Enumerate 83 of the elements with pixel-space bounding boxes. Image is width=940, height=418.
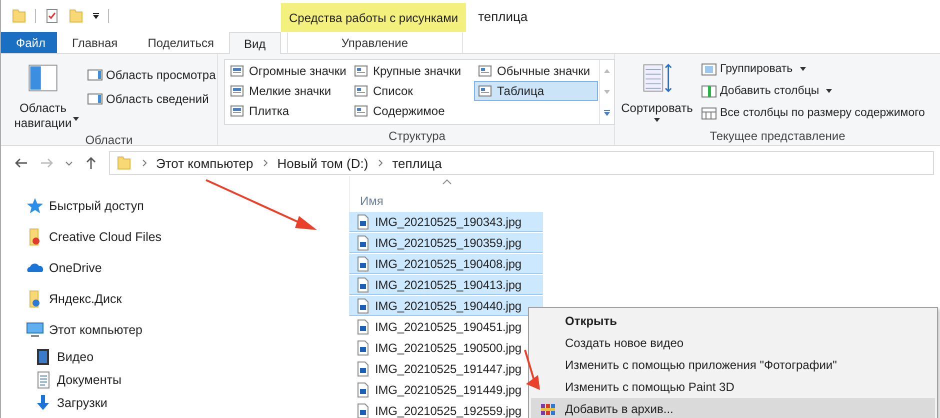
view-layout-icon bbox=[354, 64, 368, 78]
view-layout-icon bbox=[478, 84, 492, 98]
file-row[interactable]: IMG_20210525_190343.jpg bbox=[349, 212, 543, 232]
customize-caret-icon[interactable] bbox=[92, 12, 100, 20]
chevron-icon[interactable] bbox=[261, 159, 270, 167]
column-header[interactable]: Имя bbox=[350, 194, 384, 208]
image-file-icon bbox=[355, 361, 371, 377]
view-button[interactable]: Добавить столбцы bbox=[699, 81, 927, 101]
pane-button[interactable]: Область просмотра bbox=[85, 65, 218, 85]
layout-option[interactable]: Обычные значки bbox=[474, 61, 598, 81]
layout-option[interactable]: Крупные значки bbox=[350, 61, 474, 81]
group-label: Области bbox=[84, 133, 134, 147]
breadcrumb[interactable]: Новый том (D:) bbox=[277, 156, 368, 170]
columns-icon bbox=[701, 61, 717, 77]
download-icon bbox=[34, 394, 52, 412]
window-title: теплица bbox=[477, 8, 528, 26]
nav-item[interactable]: Видео bbox=[1, 345, 337, 368]
nav-item[interactable]: OneDrive bbox=[1, 252, 337, 283]
annotation-arrow bbox=[524, 350, 540, 390]
layout-option[interactable]: Список bbox=[350, 81, 474, 101]
layout-option[interactable]: Мелкие значки bbox=[226, 81, 350, 101]
layout-option[interactable]: Содержимое bbox=[350, 101, 474, 121]
pane-layout-icon bbox=[87, 67, 103, 83]
address-bar[interactable]: Этот компьютер Новый том (D:) теплица bbox=[109, 151, 934, 175]
view-button[interactable]: Группировать bbox=[699, 59, 927, 79]
caret-icon bbox=[826, 89, 832, 93]
nav-item[interactable]: Creative Cloud Files bbox=[1, 221, 337, 252]
picture-tools-label: Средства работы с рисунками bbox=[281, 3, 466, 32]
view-layout-icon bbox=[354, 84, 368, 98]
layout-option[interactable]: Огромные значки bbox=[226, 61, 350, 81]
archive-books-icon bbox=[540, 401, 556, 417]
breadcrumb[interactable]: Этот компьютер bbox=[156, 156, 254, 170]
view-layout-icon bbox=[230, 84, 244, 98]
view-layout-icon bbox=[230, 104, 244, 118]
properties-icon[interactable] bbox=[44, 8, 60, 24]
chevron-icon[interactable] bbox=[376, 159, 384, 167]
view-layout-icon bbox=[354, 104, 368, 118]
sort-ascending-icon bbox=[442, 179, 452, 185]
group-label: Структура bbox=[388, 129, 446, 143]
computer-icon bbox=[26, 320, 44, 338]
view-layout-icon bbox=[230, 64, 244, 78]
manage-tab[interactable]: Управление bbox=[286, 32, 463, 53]
file-row[interactable]: IMG_20210525_190408.jpg bbox=[349, 254, 543, 274]
sort-button[interactable]: Сортировать bbox=[619, 59, 695, 129]
image-file-icon bbox=[355, 382, 371, 398]
image-file-icon bbox=[355, 319, 371, 335]
view-layout-icon bbox=[478, 64, 492, 78]
nav-item[interactable]: Документы bbox=[1, 368, 337, 391]
caret-icon bbox=[800, 67, 806, 71]
file-row[interactable]: IMG_20210525_190413.jpg bbox=[349, 275, 543, 295]
image-file-icon bbox=[355, 277, 371, 293]
film-icon bbox=[34, 348, 52, 366]
layout-option[interactable]: Плитка bbox=[226, 101, 350, 121]
image-file-icon bbox=[355, 235, 371, 251]
pane-button[interactable]: Область сведений bbox=[85, 89, 218, 109]
caret-icon bbox=[654, 118, 660, 122]
group-label: Текущее представление bbox=[708, 129, 846, 143]
recent-caret-icon[interactable] bbox=[65, 159, 73, 167]
image-file-icon bbox=[355, 340, 371, 356]
file-tab[interactable]: Файл bbox=[1, 32, 57, 53]
nav-item[interactable]: Быстрый доступ bbox=[1, 190, 337, 221]
nav-item[interactable]: Этот компьютер bbox=[1, 314, 337, 345]
image-file-icon bbox=[355, 298, 371, 314]
nav-item[interactable]: Яндекс.Диск bbox=[1, 283, 337, 314]
nav-item[interactable]: Загрузки bbox=[1, 391, 337, 414]
pane-layout-icon bbox=[87, 91, 103, 107]
image-file-icon bbox=[355, 214, 371, 230]
file-row[interactable]: IMG_20210525_190440.jpg bbox=[349, 296, 543, 316]
chevron-icon[interactable] bbox=[140, 159, 148, 167]
image-file-icon bbox=[355, 256, 371, 272]
folder-icon bbox=[116, 155, 132, 171]
star-icon bbox=[26, 196, 44, 214]
columns-icon bbox=[701, 105, 717, 121]
menu-item[interactable]: Добавить в архив... bbox=[531, 398, 935, 418]
view-button[interactable]: Все столбцы по размеру содержимого bbox=[699, 103, 927, 123]
file-row[interactable]: IMG_20210525_190359.jpg bbox=[349, 233, 543, 253]
breadcrumb[interactable]: теплица bbox=[392, 156, 442, 170]
caret-icon bbox=[73, 117, 79, 121]
layout-option[interactable]: Таблица bbox=[474, 81, 598, 101]
expand-gallery-icon[interactable] bbox=[603, 109, 611, 118]
ribbon-tab[interactable]: Вид bbox=[228, 32, 281, 54]
columns-icon bbox=[701, 83, 717, 99]
navigation-pane-button[interactable]: Область навигации bbox=[5, 59, 81, 133]
